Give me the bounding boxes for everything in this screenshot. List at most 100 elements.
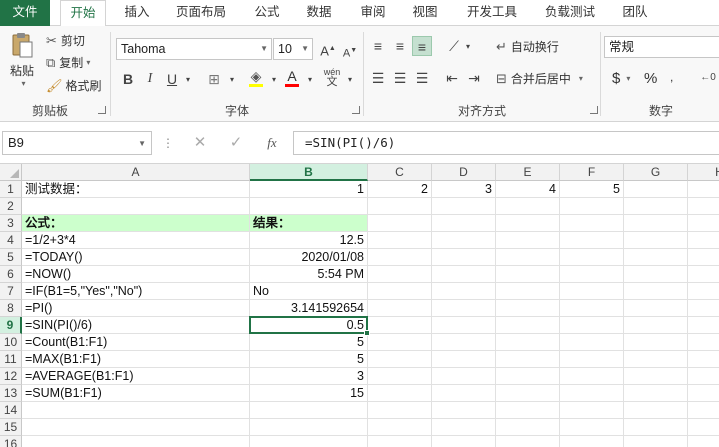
cell-g5[interactable] <box>624 249 688 266</box>
row-header-14[interactable]: 14 <box>0 402 22 419</box>
cell-d3[interactable] <box>432 215 496 232</box>
cell-d5[interactable] <box>432 249 496 266</box>
font-launcher-icon[interactable] <box>352 106 360 114</box>
cell-e8[interactable] <box>496 300 560 317</box>
format-painter-button[interactable]: 🖌 格式刷 <box>46 77 102 94</box>
cell-g6[interactable] <box>624 266 688 283</box>
cell-c11[interactable] <box>368 351 432 368</box>
tab-data[interactable]: 数据 <box>296 0 342 26</box>
cell-b14[interactable] <box>250 402 368 419</box>
tab-file[interactable]: 文件 <box>0 0 50 26</box>
cell-f11[interactable] <box>560 351 624 368</box>
align-center-icon[interactable]: ☰ <box>390 68 410 88</box>
cell-a6[interactable]: =NOW() <box>22 266 250 283</box>
percent-button[interactable]: % <box>644 70 657 87</box>
decrease-indent-icon[interactable]: ⇤ <box>442 68 462 88</box>
cell-a5[interactable]: =TODAY() <box>22 249 250 266</box>
cell-h16[interactable] <box>688 436 719 447</box>
cell-f5[interactable] <box>560 249 624 266</box>
cell-a12[interactable]: =AVERAGE(B1:F1) <box>22 368 250 385</box>
chevron-down-icon[interactable]: ▾ <box>222 70 242 90</box>
cell-d8[interactable] <box>432 300 496 317</box>
cell-h8[interactable] <box>688 300 719 317</box>
cell-g2[interactable] <box>624 198 688 215</box>
cell-e15[interactable] <box>496 419 560 436</box>
cell-a8[interactable]: =PI() <box>22 300 250 317</box>
more-options-icon[interactable]: ⋮ <box>156 131 180 155</box>
cell-d2[interactable] <box>432 198 496 215</box>
cell-d12[interactable] <box>432 368 496 385</box>
insert-function-icon[interactable]: fx <box>260 131 284 155</box>
cell-f6[interactable] <box>560 266 624 283</box>
fill-color-icon[interactable]: ◈ <box>246 66 266 87</box>
cell-d16[interactable] <box>432 436 496 447</box>
cell-f15[interactable] <box>560 419 624 436</box>
cell-a4[interactable]: =1/2+3*4 <box>22 232 250 249</box>
number-format-select[interactable]: 常规 <box>604 36 719 58</box>
cell-f7[interactable] <box>560 283 624 300</box>
row-header-1[interactable]: 1 <box>0 181 22 198</box>
align-bottom-icon[interactable]: ≡ <box>412 36 432 56</box>
cell-a11[interactable]: =MAX(B1:F1) <box>22 351 250 368</box>
cell-c8[interactable] <box>368 300 432 317</box>
cell-a2[interactable] <box>22 198 250 215</box>
column-header-g[interactable]: G <box>624 164 688 181</box>
cell-b9[interactable]: 0.5 <box>250 317 368 334</box>
copy-button[interactable]: ⧉ 复制 ▾ <box>46 54 90 71</box>
cell-e7[interactable] <box>496 283 560 300</box>
cell-c10[interactable] <box>368 334 432 351</box>
row-header-5[interactable]: 5 <box>0 249 22 266</box>
row-header-11[interactable]: 11 <box>0 351 22 368</box>
cell-f9[interactable] <box>560 317 624 334</box>
column-header-c[interactable]: C <box>368 164 432 181</box>
cell-b2[interactable] <box>250 198 368 215</box>
cell-b11[interactable]: 5 <box>250 351 368 368</box>
cell-g1[interactable] <box>624 181 688 198</box>
merge-center-button[interactable]: ⊟ 合并后居中 ▾ <box>496 70 583 87</box>
cell-a7[interactable]: =IF(B1=5,"Yes","No") <box>22 283 250 300</box>
cell-f13[interactable] <box>560 385 624 402</box>
cell-c4[interactable] <box>368 232 432 249</box>
cell-a14[interactable] <box>22 402 250 419</box>
cell-e14[interactable] <box>496 402 560 419</box>
cell-f12[interactable] <box>560 368 624 385</box>
decrease-font-size-icon[interactable]: A▼ <box>340 41 360 61</box>
cell-h14[interactable] <box>688 402 719 419</box>
bold-button[interactable]: B <box>118 69 138 89</box>
cell-c6[interactable] <box>368 266 432 283</box>
cell-c5[interactable] <box>368 249 432 266</box>
cell-f8[interactable] <box>560 300 624 317</box>
chevron-down-icon[interactable]: ▾ <box>340 70 360 90</box>
column-header-h[interactable]: H <box>688 164 719 181</box>
cell-e1[interactable]: 4 <box>496 181 560 198</box>
cell-h1[interactable] <box>688 181 719 198</box>
tab-insert[interactable]: 插入 <box>114 0 160 26</box>
cell-h12[interactable] <box>688 368 719 385</box>
cell-h2[interactable] <box>688 198 719 215</box>
tab-team[interactable]: 团队 <box>612 0 658 26</box>
cell-d14[interactable] <box>432 402 496 419</box>
cell-e9[interactable] <box>496 317 560 334</box>
cell-h3[interactable] <box>688 215 719 232</box>
row-header-6[interactable]: 6 <box>0 266 22 283</box>
cell-e10[interactable] <box>496 334 560 351</box>
font-color-icon[interactable]: A <box>282 66 302 87</box>
cell-c7[interactable] <box>368 283 432 300</box>
cell-c1[interactable]: 2 <box>368 181 432 198</box>
cell-c14[interactable] <box>368 402 432 419</box>
borders-icon[interactable]: ⊞ <box>204 69 224 89</box>
cell-h9[interactable] <box>688 317 719 334</box>
cell-h15[interactable] <box>688 419 719 436</box>
cell-d7[interactable] <box>432 283 496 300</box>
cell-c2[interactable] <box>368 198 432 215</box>
cell-h13[interactable] <box>688 385 719 402</box>
cell-d6[interactable] <box>432 266 496 283</box>
italic-button[interactable]: I <box>140 69 160 89</box>
cell-f4[interactable] <box>560 232 624 249</box>
cell-g14[interactable] <box>624 402 688 419</box>
cell-b1[interactable]: 1 <box>250 181 368 198</box>
cell-g8[interactable] <box>624 300 688 317</box>
select-all-corner[interactable] <box>0 164 22 181</box>
cell-a9[interactable]: =SIN(PI()/6) <box>22 317 250 334</box>
row-header-10[interactable]: 10 <box>0 334 22 351</box>
